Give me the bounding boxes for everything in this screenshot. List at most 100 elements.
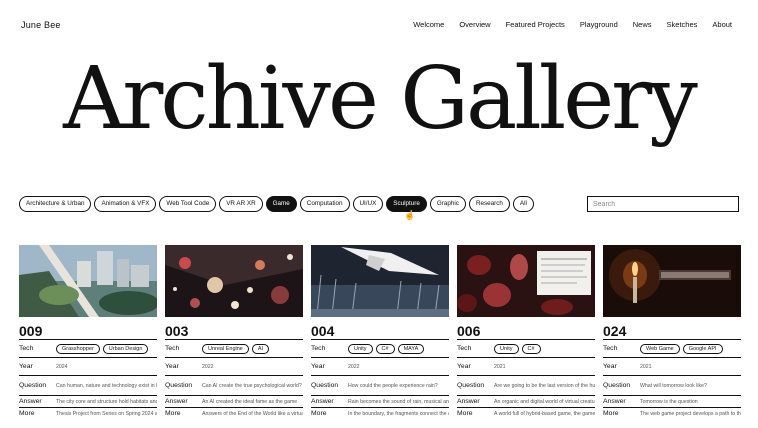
tech-tag[interactable]: Unity: [494, 343, 519, 354]
question-text: How could the people experience rain?: [348, 382, 438, 389]
more-row: More In the boundary, the fragments conn…: [311, 407, 449, 419]
answer-row: Answer Rain becomes the sound of rain, m…: [311, 395, 449, 407]
filter-web-tool-code[interactable]: Web Tool Code: [159, 196, 217, 212]
answer-label: Answer: [603, 398, 626, 405]
tech-tag[interactable]: AI: [251, 343, 270, 354]
more-row: More The web game project develops a pat…: [603, 407, 741, 419]
project-number: 004: [311, 323, 335, 339]
tech-tag[interactable]: Unreal Engine: [202, 343, 249, 354]
tech-label: Tech: [19, 345, 34, 352]
project-card[interactable]: 004 Tech Unity C# MAYA Year 2022 Questio…: [311, 245, 449, 419]
tech-tag[interactable]: Urban Design: [102, 343, 149, 354]
filter-all[interactable]: All: [512, 196, 534, 212]
abstract-painting-thumbnail: [165, 245, 303, 317]
more-text: Thesis Project from Series on Spring 202…: [56, 410, 157, 417]
filter-vr-ar-xr[interactable]: VR AR XR: [219, 196, 263, 212]
tech-tag[interactable]: Google API: [682, 343, 723, 354]
question-label: Question: [603, 382, 631, 389]
year-row: Year 2024: [19, 357, 157, 375]
filter-research[interactable]: Research: [468, 196, 510, 212]
tech-label: Tech: [457, 345, 472, 352]
more-text: The web game project develops a path to …: [640, 410, 741, 417]
tech-row: Tech Web Game Google API: [603, 339, 741, 357]
urban-architecture-thumbnail: [19, 245, 157, 317]
filter-animation-vfx[interactable]: Animation & VFX: [94, 196, 157, 212]
project-card[interactable]: 024 Tech Web Game Google API Year 2021 Q…: [603, 245, 741, 419]
project-number: 009: [19, 323, 43, 339]
project-card[interactable]: 003 Tech Unreal Engine AI Year 2022 Ques…: [165, 245, 303, 419]
project-card[interactable]: 006 Tech Unity C# Year 2021 Question Are…: [457, 245, 595, 419]
question-label: Question: [457, 382, 485, 389]
nav-news[interactable]: News: [633, 20, 652, 29]
tech-row: Tech Unreal Engine AI: [165, 339, 303, 357]
year-label: Year: [603, 363, 617, 370]
answer-row: Answer Tomorrow is the question: [603, 395, 741, 407]
more-label[interactable]: More: [457, 410, 494, 417]
project-thumbnail[interactable]: [457, 245, 595, 317]
nav-playground[interactable]: Playground: [580, 20, 618, 29]
year-value: 2022: [348, 363, 360, 370]
more-label[interactable]: More: [165, 410, 202, 417]
candle-thumbnail: [603, 245, 741, 317]
project-number: 006: [457, 323, 481, 339]
answer-row: Answer The city core and structure hold …: [19, 395, 157, 407]
project-thumbnail[interactable]: [19, 245, 157, 317]
more-label[interactable]: More: [19, 410, 56, 417]
filter-ui-ux[interactable]: UI/UX: [352, 196, 384, 212]
filter-architecture-urban[interactable]: Architecture & Urban: [19, 196, 92, 212]
answer-text: An AI created the ideal fame as the game: [202, 398, 298, 405]
nav-featured-projects[interactable]: Featured Projects: [506, 20, 565, 29]
nav-sketches[interactable]: Sketches: [667, 20, 698, 29]
tech-tag[interactable]: C#: [521, 343, 541, 354]
more-text: Answers of the End of the World like a v…: [202, 410, 303, 417]
answer-text: Rain becomes the sound of rain, musical …: [348, 398, 449, 405]
filter-computation[interactable]: Computation: [299, 196, 350, 212]
question-text: Can human, nature and technology exist i…: [56, 382, 157, 389]
more-row: More A world full of hybrid-based game, …: [457, 407, 595, 419]
question-row: Question Can human, nature and technolog…: [19, 375, 157, 395]
project-thumbnail[interactable]: [603, 245, 741, 317]
tech-row: Tech Grasshopper Urban Design: [19, 339, 157, 357]
question-row: Question Can AI create the true psycholo…: [165, 375, 303, 395]
nav-welcome[interactable]: Welcome: [413, 20, 444, 29]
answer-row: Answer An AI created the ideal fame as t…: [165, 395, 303, 407]
question-text: Can AI create the true psychological wor…: [202, 382, 302, 389]
project-number: 024: [603, 323, 627, 339]
more-row: More Thesis Project from Series on Sprin…: [19, 407, 157, 419]
year-value: 2024: [56, 363, 68, 370]
answer-label: Answer: [19, 398, 42, 405]
answer-label: Answer: [165, 398, 188, 405]
nav-about[interactable]: About: [712, 20, 732, 29]
year-row: Year 2022: [165, 357, 303, 375]
question-label: Question: [19, 382, 47, 389]
rain-scene-thumbnail: [311, 245, 449, 317]
year-row: Year 2021: [457, 357, 595, 375]
tech-label: Tech: [603, 345, 618, 352]
answer-label: Answer: [457, 398, 480, 405]
question-row: Question How could the people experience…: [311, 375, 449, 395]
more-label[interactable]: More: [311, 410, 348, 417]
nav-overview[interactable]: Overview: [459, 20, 490, 29]
project-thumbnail[interactable]: [165, 245, 303, 317]
filter-game[interactable]: Game: [265, 196, 297, 212]
main-nav: Welcome Overview Featured Projects Playg…: [413, 20, 732, 29]
project-card[interactable]: 009 Tech Grasshopper Urban Design Year 2…: [19, 245, 157, 419]
search-input[interactable]: [587, 196, 739, 212]
year-value: 2021: [640, 363, 652, 370]
brand-name[interactable]: June Bee: [21, 20, 61, 30]
tech-tag[interactable]: C#: [375, 343, 395, 354]
tech-tag[interactable]: Web Game: [640, 343, 680, 354]
project-thumbnail[interactable]: [311, 245, 449, 317]
more-text: A world full of hybrid-based game, the g…: [494, 410, 595, 417]
more-label[interactable]: More: [603, 410, 640, 417]
year-row: Year 2021: [603, 357, 741, 375]
tech-tag[interactable]: Unity: [348, 343, 373, 354]
year-value: 2021: [494, 363, 506, 370]
tech-tag[interactable]: Grasshopper: [56, 343, 100, 354]
question-row: Question What will tomorrow look like?: [603, 375, 741, 395]
tech-tag[interactable]: MAYA: [397, 343, 425, 354]
filter-graphic[interactable]: Graphic: [429, 196, 466, 212]
tech-label: Tech: [311, 345, 326, 352]
question-row: Question Are we going to be the last ver…: [457, 375, 595, 395]
more-row: More Answers of the End of the World lik…: [165, 407, 303, 419]
